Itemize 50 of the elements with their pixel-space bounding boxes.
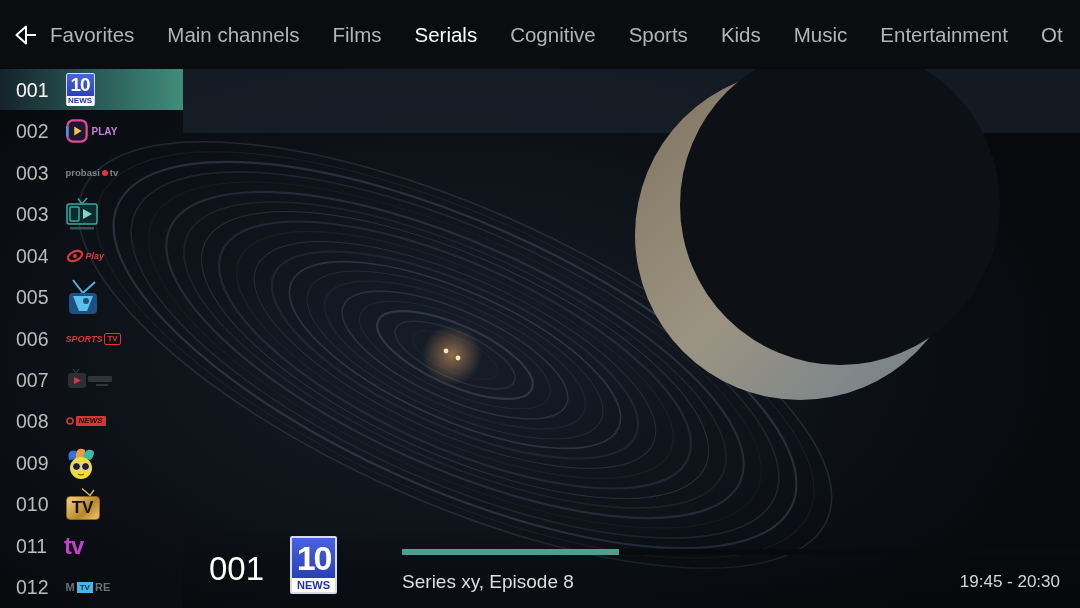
channel-number: 008: [16, 409, 49, 434]
logo-text: 10: [70, 74, 90, 97]
channel-number: 002: [16, 119, 49, 144]
logo-text: TV: [76, 581, 93, 593]
channel-number: 005: [16, 285, 49, 310]
channel-number: 009: [16, 450, 49, 475]
logo-text: RE: [94, 581, 111, 594]
category-tab[interactable]: Favorites: [50, 22, 135, 47]
channel-number: 012: [16, 575, 49, 600]
logo-text: SPORTS: [65, 333, 103, 344]
category-tab[interactable]: Serials: [414, 22, 478, 47]
time-range: 19:45 - 20:30: [959, 571, 1060, 593]
logo-text: TV: [104, 332, 121, 345]
category-tab[interactable]: Ot: [1040, 22, 1063, 47]
dot-icon: [101, 169, 108, 176]
program-title: Series xy, Episode 8: [402, 571, 574, 593]
channel-number: 003: [16, 160, 49, 185]
category-tab[interactable]: Cognitive: [510, 22, 596, 47]
ring-icon: [65, 417, 74, 426]
logo-text: 10: [296, 538, 331, 578]
logo-text: M: [65, 581, 75, 594]
logo-text: PLAY: [91, 125, 118, 137]
tv-logo-icon: [65, 197, 98, 232]
logo-text: tv: [109, 167, 119, 179]
logo-text: tv: [64, 533, 84, 558]
category-tab[interactable]: Entertainment: [880, 22, 1008, 47]
category-tab[interactable]: Main channels: [167, 22, 300, 47]
channel-number: 006: [16, 326, 49, 351]
category-tab[interactable]: Films: [332, 22, 382, 47]
channel-number: 004: [16, 243, 49, 268]
antenna-icon: [80, 488, 95, 497]
channel-number: 011: [16, 533, 48, 558]
play-logo-icon: [65, 119, 88, 144]
channel-number: 007: [16, 368, 49, 392]
logo-text: Play: [85, 250, 105, 261]
channel-number: 010: [16, 492, 49, 517]
category-tab[interactable]: Music: [793, 22, 848, 47]
back-arrow-icon[interactable]: [15, 24, 37, 45]
category-tab[interactable]: Kids: [720, 22, 761, 47]
tv-logo: TV: [65, 496, 100, 521]
channel-number: 003: [16, 202, 49, 227]
logo-text: NEWS: [75, 416, 106, 427]
channel-number: 001: [16, 77, 49, 102]
category-tab[interactable]: Sports: [628, 22, 688, 47]
logo-text: probasi: [65, 167, 100, 179]
channel-number: 001: [209, 551, 265, 585]
logo-text: NEWS: [292, 578, 336, 592]
selected-row-highlight[interactable]: 001 10 NEWS: [0, 69, 183, 111]
ring-logo-icon: [65, 248, 84, 263]
logo-text: NEWS: [66, 96, 94, 107]
